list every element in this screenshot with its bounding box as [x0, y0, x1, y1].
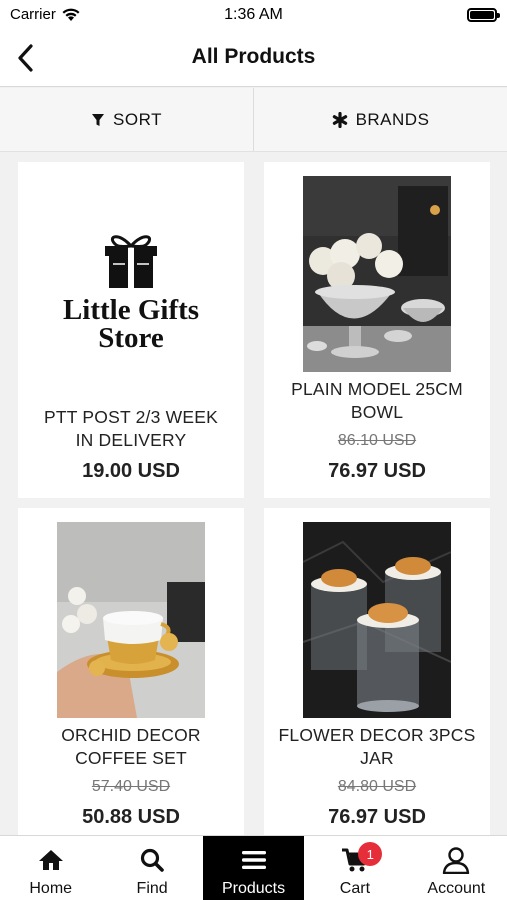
filter-icon [92, 113, 105, 126]
product-card[interactable]: Little Gifts Store PTT POST 2/3 WEEK IN … [18, 162, 244, 498]
product-name-line-2: IN DELIVERY [75, 430, 187, 450]
product-image [57, 522, 205, 718]
tab-find[interactable]: Find [101, 836, 202, 900]
product-name-line-2: COFFEE SET [75, 748, 187, 768]
page-title: All Products [191, 45, 316, 68]
gift-box-icon [105, 235, 157, 288]
product-name-line-1: ORCHID DECOR [61, 725, 201, 745]
tab-products[interactable]: Products [202, 836, 305, 900]
product-card[interactable]: FLOWER DECOR 3PCS JAR 84.80 USD 76.97 US… [264, 508, 490, 835]
product-price: 76.97 USD [328, 460, 426, 482]
product-price: 19.00 USD [82, 460, 180, 482]
sort-label: SORT [113, 109, 162, 129]
product-image [303, 176, 451, 372]
tab-bar: Home Find Products Cart 1 Account [0, 835, 507, 900]
product-name: FLOWER DECOR 3PCS JAR [272, 724, 482, 770]
tab-cart[interactable]: Cart 1 [304, 836, 405, 900]
tab-account[interactable]: Account [406, 836, 507, 900]
product-card[interactable]: PLAIN MODEL 25CM BOWL 86.10 USD 76.97 US… [264, 162, 490, 498]
product-old-price: 84.80 USD [337, 778, 417, 795]
status-bar: Carrier 1:36 AM [0, 0, 507, 30]
tab-label: Products [221, 880, 286, 897]
product-name: ORCHID DECOR COFFEE SET [26, 724, 236, 770]
product-name-line-2: JAR [360, 748, 394, 768]
product-price: 76.97 USD [328, 806, 426, 828]
tab-home[interactable]: Home [0, 836, 101, 900]
product-grid: Little Gifts Store PTT POST 2/3 WEEK IN … [0, 152, 507, 835]
navigation-bar: All Products [0, 30, 507, 87]
status-time: 1:36 AM [224, 6, 283, 23]
logo-line-2: Store [98, 322, 164, 354]
sort-button[interactable]: SORT [0, 88, 253, 151]
search-icon [141, 848, 164, 872]
menu-icon [241, 851, 266, 869]
home-icon [38, 850, 63, 870]
filter-bar: SORT BRANDS [0, 88, 507, 152]
store-logo: Little Gifts Store [28, 222, 234, 354]
battery-icon [467, 8, 500, 22]
product-name-line-1: FLOWER DECOR 3PCS [278, 725, 476, 745]
product-price: 50.88 USD [82, 806, 180, 828]
product-name-line-1: PLAIN MODEL 25CM [291, 379, 463, 399]
tab-label: Cart [339, 880, 371, 897]
product-name-line-2: BOWL [350, 402, 404, 422]
product-image [303, 522, 451, 718]
tab-label: Account [427, 880, 486, 897]
brands-button[interactable]: BRANDS [253, 88, 507, 151]
asterisk-icon [332, 111, 347, 128]
product-name: PTT POST 2/3 WEEK IN DELIVERY [26, 406, 236, 452]
cart-badge: 1 [358, 842, 383, 866]
product-old-price: 86.10 USD [337, 432, 417, 449]
product-name: PLAIN MODEL 25CM BOWL [272, 378, 482, 424]
brands-label: BRANDS [355, 109, 430, 129]
tab-label: Find [136, 880, 168, 897]
tab-label: Home [29, 880, 73, 897]
product-old-price: 57.40 USD [91, 778, 171, 795]
user-icon [443, 847, 470, 874]
product-card[interactable]: ORCHID DECOR COFFEE SET 57.40 USD 50.88 … [18, 508, 244, 835]
logo-line-1: Little Gifts [62, 294, 200, 326]
product-name-line-1: PTT POST 2/3 WEEK [44, 407, 218, 427]
